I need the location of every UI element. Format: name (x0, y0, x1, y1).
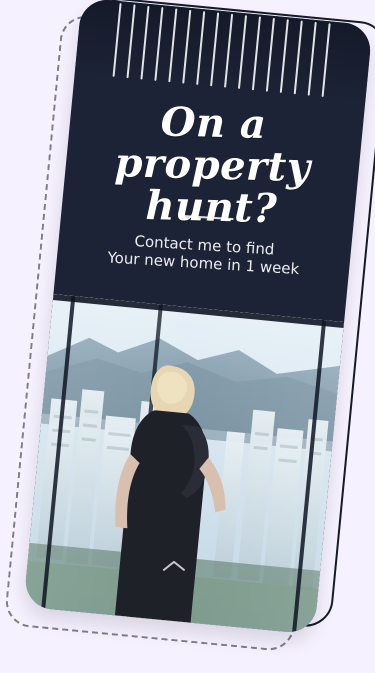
subtext: Contact me to find Your new home in 1 we… (107, 232, 300, 279)
stripe (112, 3, 122, 77)
promo-phone: On a property hunt? Contact me to find Y… (3, 0, 375, 653)
stripe (154, 7, 164, 81)
stripe (210, 12, 220, 87)
stripe (224, 13, 234, 88)
hero-photo (23, 294, 345, 635)
stripe (307, 21, 317, 96)
stripe (126, 4, 136, 79)
stripe (182, 9, 192, 84)
chevron-up-icon[interactable] (161, 556, 187, 576)
stripe (279, 19, 289, 94)
stripe (140, 5, 150, 80)
stripe (168, 8, 178, 83)
stripe (293, 20, 303, 95)
headline: On a property hunt? (113, 98, 312, 233)
stripe (265, 17, 275, 92)
top-stripes (74, 0, 373, 104)
stripe (196, 11, 206, 85)
stripe (321, 23, 331, 98)
stripe (251, 16, 261, 91)
stripe (237, 15, 248, 89)
promo-card: On a property hunt? Contact me to find Y… (23, 0, 373, 635)
promo-canvas: On a property hunt? Contact me to find Y… (0, 0, 375, 673)
